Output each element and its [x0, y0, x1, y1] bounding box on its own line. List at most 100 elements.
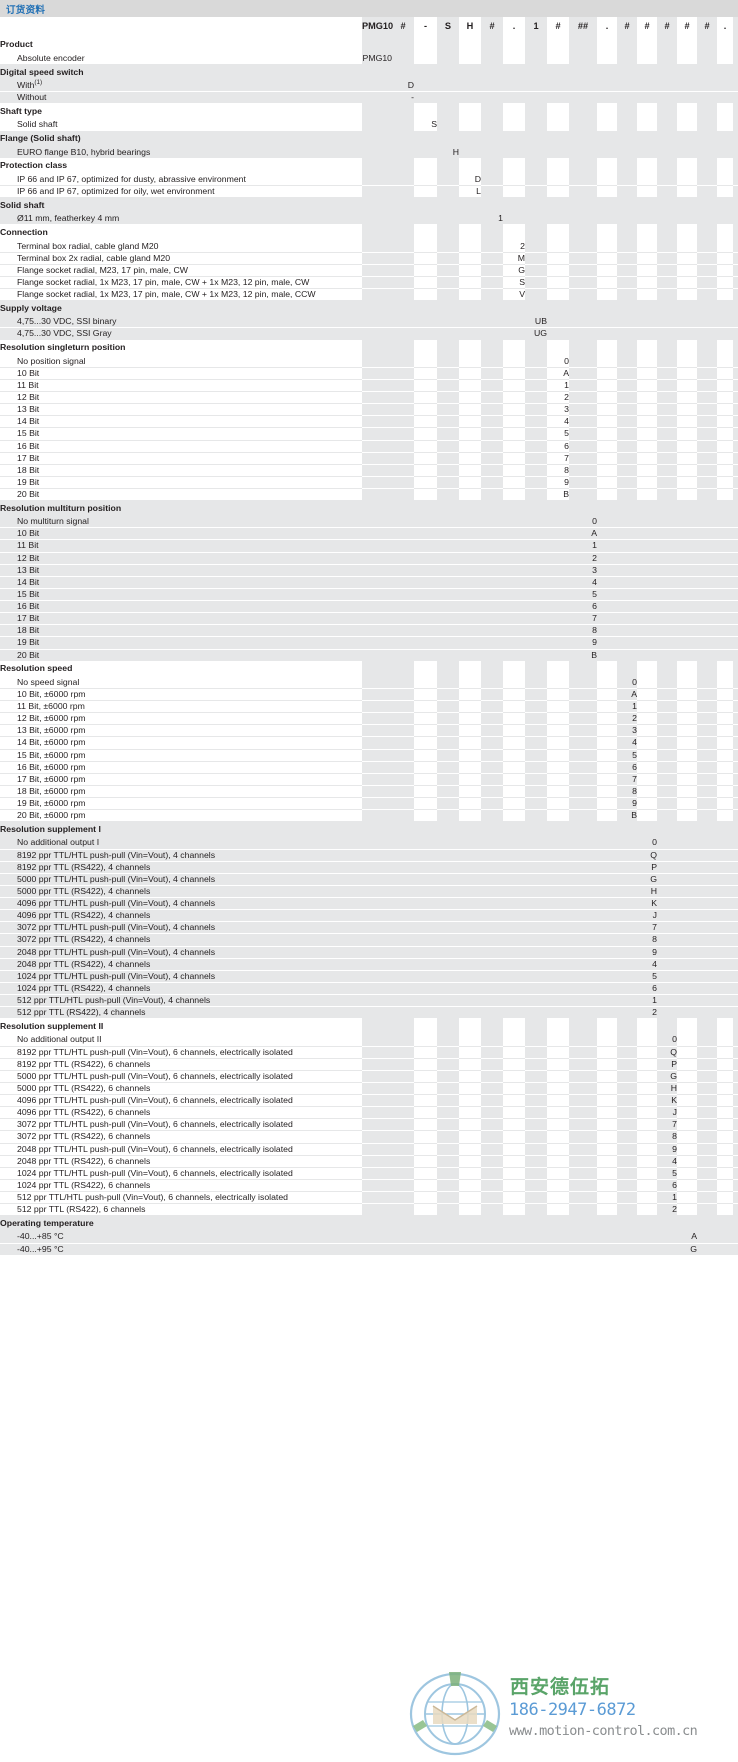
code-cell	[717, 909, 733, 923]
code-cell	[657, 576, 677, 589]
row-label-text: 4096 ppr TTL/HTL push-pull (Vin=Vout), 4…	[17, 898, 216, 909]
code-cell	[392, 252, 414, 265]
code-cell	[392, 958, 414, 971]
code-cell	[362, 539, 392, 553]
code-cell: 4	[617, 736, 637, 750]
code-cell	[569, 80, 597, 93]
section-heading-row: Resolution multiturn position	[0, 500, 738, 517]
code-cell	[697, 797, 717, 811]
table-row: 2048 ppr TTL (RS422), 6 channels 4	[0, 1155, 738, 1168]
code-cell	[503, 516, 525, 529]
row-label: 1024 ppr TTL/HTL push-pull (Vin=Vout), 4…	[0, 970, 362, 983]
code-cell	[617, 185, 637, 198]
row-label: 4,75...30 VDC, SSI binary	[0, 316, 362, 329]
code-cell: S	[503, 276, 525, 290]
row-label: No additional output I	[0, 837, 362, 850]
code-cell	[362, 946, 392, 959]
code-cell	[414, 355, 437, 368]
code-cell	[547, 1155, 569, 1168]
code-cell	[697, 80, 717, 93]
code-cell	[362, 316, 392, 329]
code-cell	[547, 564, 569, 577]
code-cell	[414, 197, 437, 214]
code-cell	[677, 539, 697, 553]
code-cell	[677, 452, 697, 465]
code-cell: 4	[569, 576, 597, 589]
code-cell	[392, 427, 414, 441]
code-cell	[733, 64, 738, 81]
code-cell	[392, 1058, 414, 1071]
code-cell	[525, 1018, 547, 1035]
code-cell	[392, 676, 414, 689]
code-cell	[733, 1155, 738, 1168]
code-cell: S	[437, 17, 459, 37]
code-cell	[362, 197, 392, 214]
code-cell	[362, 785, 392, 799]
code-cell	[525, 264, 547, 277]
code-cell	[459, 873, 481, 886]
code-cell	[481, 1191, 503, 1205]
code-cell	[733, 909, 738, 923]
code-cell	[637, 700, 657, 714]
code-cell	[697, 1046, 717, 1059]
code-cell	[547, 130, 569, 147]
code-cell	[637, 52, 657, 64]
code-cell	[637, 103, 657, 120]
code-cell	[717, 749, 733, 762]
code-cell	[481, 119, 503, 131]
table-row: 19 Bit 9	[0, 636, 738, 650]
code-cell: 5	[657, 1167, 677, 1180]
code-cell	[362, 849, 392, 862]
row-label-text: 2048 ppr TTL (RS422), 4 channels	[17, 958, 151, 969]
row-label: 20 Bit, ±6000 rpm	[0, 809, 362, 822]
code-cell	[437, 785, 459, 799]
section-heading: Resolution supplement II	[0, 1018, 362, 1035]
code-cell	[547, 773, 569, 786]
code-cell	[392, 749, 414, 762]
code-cell	[733, 1018, 738, 1035]
code-cell	[717, 1094, 733, 1108]
code-cell	[547, 327, 569, 340]
row-label-text: 15 Bit	[17, 428, 40, 439]
code-cell: 9	[569, 636, 597, 650]
row-label-text: 13 Bit, ±6000 rpm	[17, 725, 86, 736]
code-cell	[697, 427, 717, 441]
code-cell	[525, 861, 547, 874]
code-cell: 2	[617, 712, 637, 726]
code-cell	[657, 52, 677, 64]
code-cell	[569, 1243, 597, 1255]
code-cell	[362, 736, 392, 750]
code-cell	[697, 982, 717, 996]
code-cell	[437, 958, 459, 971]
code-cell	[525, 391, 547, 405]
code-cell	[569, 785, 597, 799]
code-cell	[697, 91, 717, 104]
code-cell	[697, 994, 717, 1008]
code-cell	[392, 327, 414, 340]
code-cell	[597, 636, 617, 650]
code-cell	[503, 316, 525, 329]
code-cell	[547, 724, 569, 738]
code-cell	[459, 612, 481, 626]
code-cell	[459, 91, 481, 104]
code-cell	[362, 64, 392, 81]
code-cell	[362, 837, 392, 850]
code-cell	[547, 103, 569, 120]
section-heading-row: Resolution singleturn position	[0, 339, 738, 356]
code-cell	[503, 1118, 525, 1132]
code-cell	[481, 724, 503, 738]
code-cell: 3	[547, 403, 569, 417]
code-cell	[525, 355, 547, 368]
code-cell	[697, 276, 717, 290]
table-row: 13 Bit 3	[0, 403, 738, 417]
code-cell	[459, 157, 481, 174]
code-cell	[657, 403, 677, 417]
row-label: 14 Bit, ±6000 rpm	[0, 736, 362, 750]
code-cell	[459, 224, 481, 241]
code-cell	[617, 1203, 637, 1216]
code-cell	[597, 660, 617, 677]
code-cell	[717, 1082, 733, 1096]
code-cell	[657, 1006, 677, 1019]
code-cell	[617, 197, 637, 214]
code-cell	[437, 367, 459, 380]
